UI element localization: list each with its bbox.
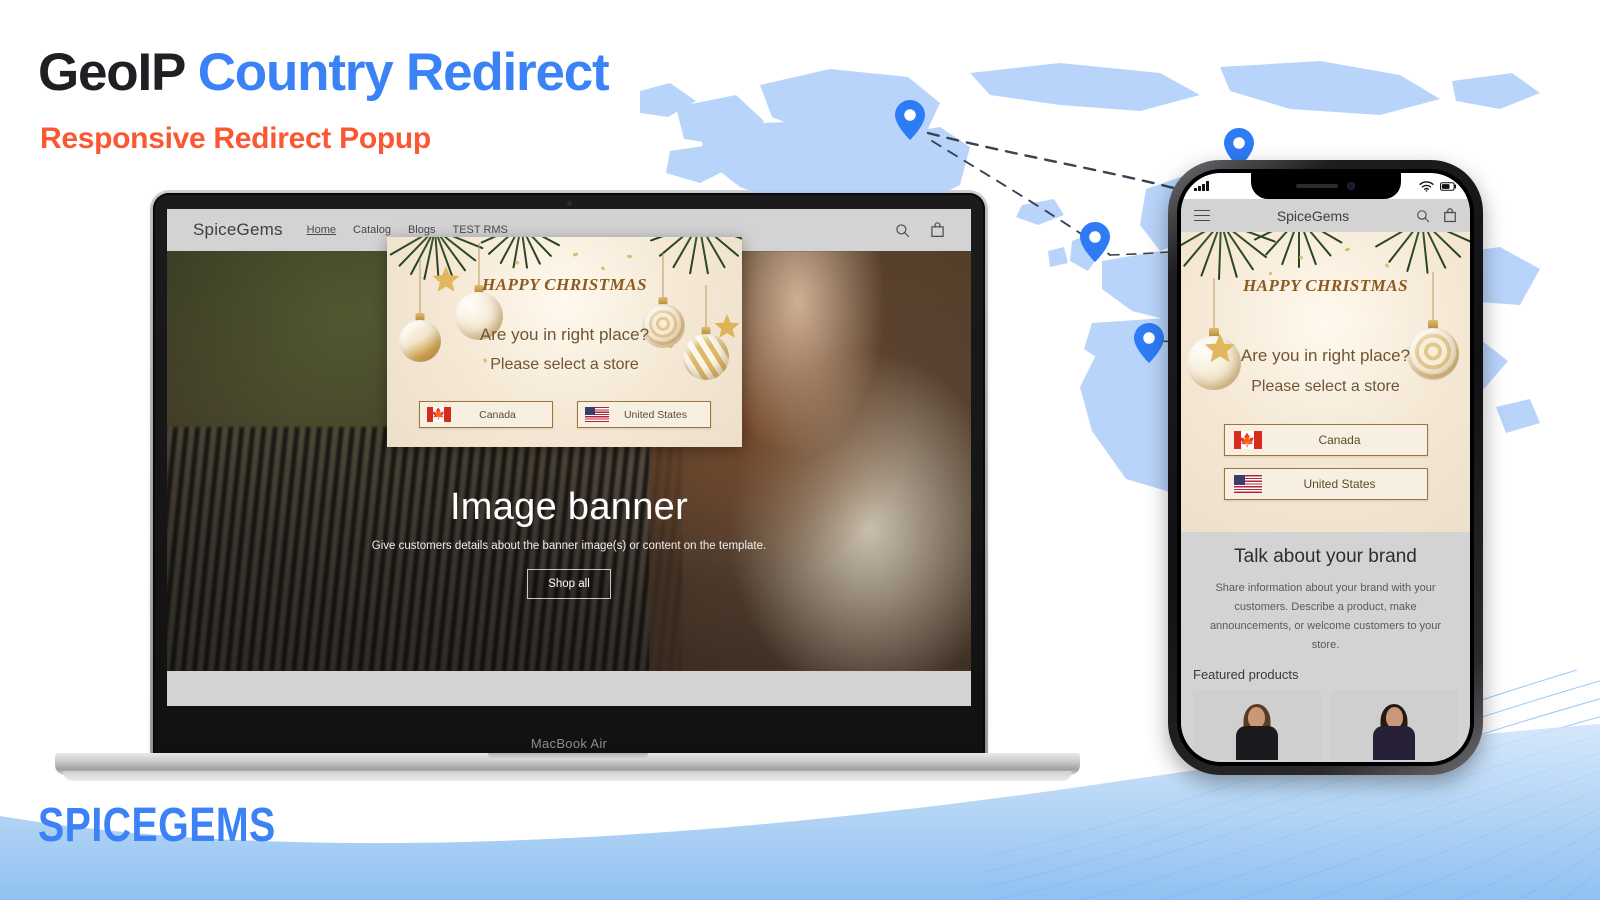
country-label-united-states: United States [1303,477,1376,491]
desktop-redirect-popup[interactable]: HAPPY CHRISTMAS Are you in right place? … [387,237,742,447]
flag-united-states-icon [584,407,609,422]
desktop-store-brand[interactable]: SpiceGems [193,220,283,240]
wifi-icon [1419,180,1434,192]
battery-icon [1440,181,1456,191]
phone-frame: SpiceGems HAPPY CHRISTMAS Are you in rig… [1168,160,1483,775]
footer-brand-logo: SPICEGEMS [38,799,276,852]
mobile-redirect-popup[interactable]: HAPPY CHRISTMAS Are you in right place? … [1181,232,1470,532]
desktop-store-nav: Home Catalog Blogs TEST RMS [307,224,508,236]
earpiece-speaker [1296,184,1338,188]
product-model-image [1235,703,1278,760]
cart-icon[interactable] [1443,208,1457,223]
headline-part-2: Country Redirect [197,43,610,102]
front-camera-icon [1347,182,1355,190]
phone-bezel: SpiceGems HAPPY CHRISTMAS Are you in rig… [1177,169,1474,766]
hero-subtitle: Give customers details about the banner … [371,540,767,553]
brand-description: Share information about your brand with … [1209,582,1442,651]
pin-europe-icon [1080,222,1110,262]
popup-question: Are you in right place? [479,325,650,344]
product-card[interactable] [1193,689,1321,760]
laptop-bottom-edge [63,771,1072,781]
country-button-united-states[interactable]: United States [576,401,711,428]
macbook-mockup: SpiceGems Home Catalog Blogs TEST RMS Im… [55,190,1080,781]
headline-part-1: GeoIP [38,43,185,102]
mobile-store-header: SpiceGems [1181,199,1470,232]
brand-heading: Talk about your brand [1234,546,1417,567]
country-button-united-states[interactable]: United States [1223,468,1428,500]
flag-united-states-icon [1233,475,1262,493]
desktop-header-icons [895,222,945,238]
ornament-ball-icon [641,253,685,365]
popup-question: Are you in right place? [1240,346,1411,365]
confetti-particle [1269,272,1272,275]
phone-notch [1250,173,1401,199]
iphone-mockup: SpiceGems HAPPY CHRISTMAS Are you in rig… [1168,160,1483,775]
popup-title: HAPPY CHRISTMAS [481,275,648,294]
product-model-image [1373,703,1416,760]
confetti-particle [626,254,633,259]
nav-link-blogs[interactable]: Blogs [408,224,436,236]
search-icon[interactable] [1416,209,1430,223]
popup-title: HAPPY CHRISTMAS [1242,276,1409,295]
country-label-united-states: United States [623,408,688,421]
country-label-canada: Canada [1318,433,1361,447]
pin-africa-icon [1134,323,1164,363]
popup-instruction: Please select a store [1251,378,1400,395]
pine-branch-icon [1181,232,1276,280]
brand-section: Talk about your brand Share information … [1181,532,1470,655]
search-icon[interactable] [895,223,910,238]
ornament-ball-icon [683,285,729,407]
mobile-page-content: Talk about your brand Share information … [1181,532,1470,760]
phone-screen: SpiceGems HAPPY CHRISTMAS Are you in rig… [1181,173,1470,762]
signal-bars-icon [1194,181,1209,191]
hero-title: Image banner [449,486,689,529]
flag-canada-icon: 🍁 [1233,431,1262,449]
pine-branch-icon [1374,232,1470,274]
hamburger-menu-icon[interactable] [1194,209,1210,222]
nav-link-catalog[interactable]: Catalog [353,224,391,236]
shop-all-button[interactable]: Shop all [527,569,611,600]
nav-link-test-rms[interactable]: TEST RMS [452,224,507,236]
country-button-canada[interactable]: 🍁 Canada [1223,424,1428,456]
desktop-store-footer [167,671,971,706]
pin-north-america-icon [895,100,925,140]
page-subtitle: Responsive Redirect Popup [40,122,431,155]
featured-products-row [1181,682,1470,760]
country-label-canada: Canada [479,408,516,421]
mobile-store-brand[interactable]: SpiceGems [1210,208,1416,224]
nav-link-home[interactable]: Home [307,224,336,236]
webcam-icon [566,201,572,206]
laptop-lid: SpiceGems Home Catalog Blogs TEST RMS Im… [150,190,988,758]
popup-instruction: Please select a store [490,356,639,373]
product-card[interactable] [1330,689,1458,760]
page-title: GeoIP Country Redirect [38,42,610,103]
cart-icon[interactable] [930,222,945,238]
country-button-canada[interactable]: 🍁 Canada [418,401,553,428]
macbook-model-label: MacBook Air [530,736,608,751]
laptop-screen: SpiceGems Home Catalog Blogs TEST RMS Im… [167,209,971,706]
pine-branch-icon [1253,232,1343,268]
featured-products-heading: Featured products [1193,666,1299,682]
flag-canada-icon: 🍁 [426,407,451,422]
hero-copy: Image banner Give customers details abou… [167,486,971,600]
